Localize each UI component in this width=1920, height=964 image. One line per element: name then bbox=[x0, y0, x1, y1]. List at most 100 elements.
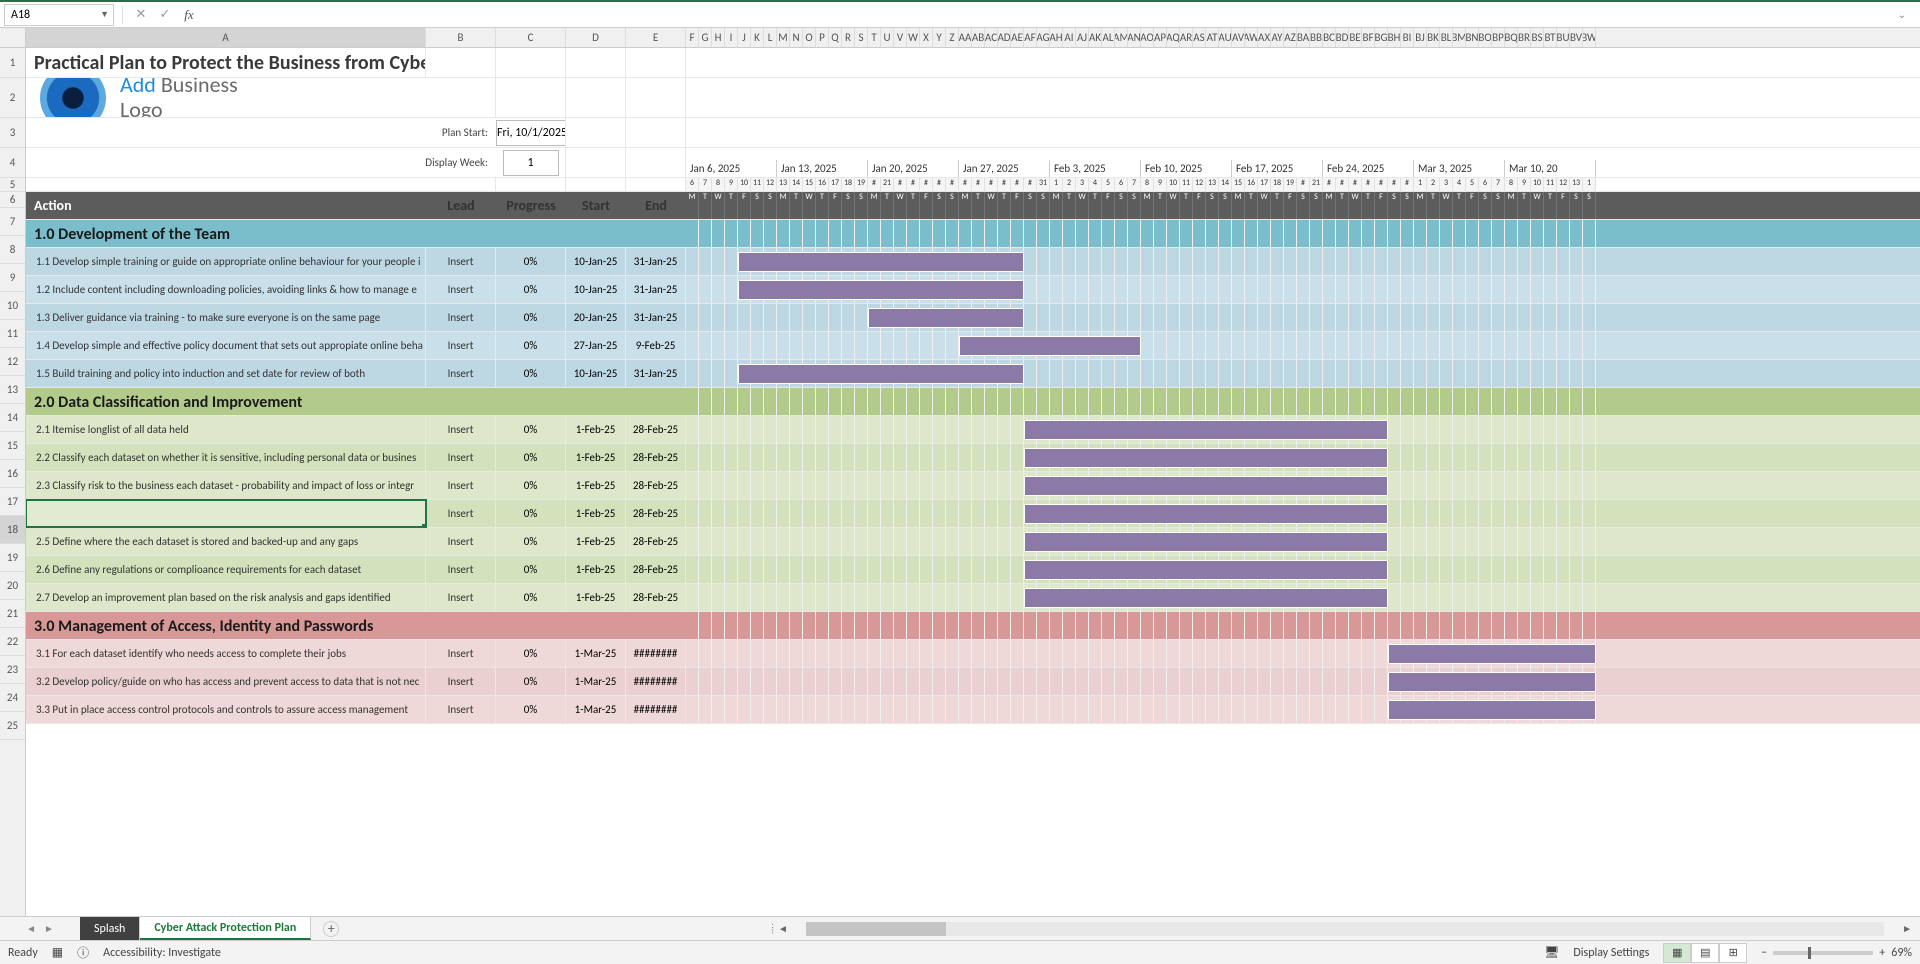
row-header[interactable]: 19 bbox=[0, 544, 25, 572]
expand-formula-icon[interactable]: ⌄ bbox=[1896, 8, 1916, 21]
task-lead[interactable]: Insert bbox=[426, 556, 496, 583]
col-header[interactable]: AY bbox=[1271, 28, 1284, 47]
task-start[interactable]: 1-Feb-25 bbox=[566, 416, 626, 443]
task-lead[interactable]: Insert bbox=[426, 248, 496, 275]
col-header[interactable]: BK bbox=[1427, 28, 1440, 47]
task-row[interactable]: 1.5 Build training and policy into induc… bbox=[26, 360, 1920, 388]
task-name[interactable]: 1.1 Develop simple training or guide on … bbox=[26, 248, 426, 275]
task-end[interactable]: ######## bbox=[626, 696, 686, 723]
col-header[interactable]: BS bbox=[1531, 28, 1544, 47]
task-start[interactable]: 1-Feb-25 bbox=[566, 500, 626, 527]
row-header[interactable]: 12 bbox=[0, 348, 25, 376]
row-header[interactable]: 6 bbox=[0, 192, 25, 208]
task-end[interactable]: 28-Feb-25 bbox=[626, 444, 686, 471]
task-end[interactable]: 28-Feb-25 bbox=[626, 500, 686, 527]
task-lead[interactable]: Insert bbox=[426, 500, 496, 527]
row-header[interactable]: 14 bbox=[0, 404, 25, 432]
col-header[interactable]: AE bbox=[1011, 28, 1024, 47]
zoom-in-icon[interactable]: + bbox=[1879, 946, 1885, 960]
col-header[interactable]: T bbox=[868, 28, 881, 47]
col-header[interactable]: AU bbox=[1219, 28, 1232, 47]
col-header[interactable]: AR bbox=[1180, 28, 1193, 47]
col-header[interactable]: U bbox=[881, 28, 894, 47]
col-header[interactable]: AB bbox=[972, 28, 985, 47]
normal-view-button[interactable]: ▦ bbox=[1663, 943, 1691, 963]
task-end[interactable]: 28-Feb-25 bbox=[626, 416, 686, 443]
task-lead[interactable]: Insert bbox=[426, 584, 496, 611]
task-end[interactable]: 31-Jan-25 bbox=[626, 248, 686, 275]
col-header[interactable]: K bbox=[751, 28, 764, 47]
col-header[interactable]: AZ bbox=[1284, 28, 1297, 47]
row-header[interactable]: 18 bbox=[0, 516, 25, 544]
col-header[interactable]: AI bbox=[1063, 28, 1076, 47]
fx-icon[interactable]: fx bbox=[179, 5, 199, 25]
col-header[interactable]: L bbox=[764, 28, 777, 47]
col-header[interactable]: P bbox=[816, 28, 829, 47]
col-header[interactable]: B bbox=[426, 28, 496, 47]
col-header[interactable]: AF bbox=[1024, 28, 1037, 47]
col-header[interactable]: BB bbox=[1310, 28, 1323, 47]
display-week-value[interactable]: 1 bbox=[503, 150, 559, 176]
col-header[interactable]: AO bbox=[1141, 28, 1154, 47]
task-start[interactable]: 1-Feb-25 bbox=[566, 584, 626, 611]
task-name[interactable]: 3.3 Put in place access control protocol… bbox=[26, 696, 426, 723]
task-progress[interactable]: 0% bbox=[496, 304, 566, 331]
task-row[interactable]: 2.1 Itemise longlist of all data held In… bbox=[26, 416, 1920, 444]
col-header[interactable]: BU bbox=[1557, 28, 1570, 47]
task-row[interactable]: 3.3 Put in place access control protocol… bbox=[26, 696, 1920, 724]
col-header[interactable]: BV bbox=[1570, 28, 1583, 47]
task-row[interactable]: 1.2 Include content including downloadin… bbox=[26, 276, 1920, 304]
task-progress[interactable]: 0% bbox=[496, 556, 566, 583]
sheet-tab[interactable]: Splash bbox=[80, 917, 140, 940]
col-header[interactable]: BL bbox=[1440, 28, 1453, 47]
col-header[interactable]: AH bbox=[1050, 28, 1063, 47]
task-row[interactable]: 2.2 Classify each dataset on whether it … bbox=[26, 444, 1920, 472]
task-name[interactable]: 1.2 Include content including downloadin… bbox=[26, 276, 426, 303]
task-name[interactable]: 2.3 Classify risk to the business each d… bbox=[26, 472, 426, 499]
page-break-button[interactable]: ⊞ bbox=[1719, 943, 1747, 963]
col-header[interactable]: BI bbox=[1401, 28, 1414, 47]
task-lead[interactable]: Insert bbox=[426, 668, 496, 695]
add-sheet-button[interactable]: + bbox=[323, 921, 339, 937]
task-lead[interactable]: Insert bbox=[426, 304, 496, 331]
scroll-left-icon[interactable]: ◄ bbox=[778, 922, 788, 935]
task-name[interactable]: 2.5 Define where the each dataset is sto… bbox=[26, 528, 426, 555]
col-header[interactable]: BE bbox=[1349, 28, 1362, 47]
col-header[interactable]: AD bbox=[998, 28, 1011, 47]
col-header[interactable]: R bbox=[842, 28, 855, 47]
col-header[interactable]: J bbox=[738, 28, 751, 47]
task-name[interactable]: 3.2 Develop policy/guide on who has acce… bbox=[26, 668, 426, 695]
col-header[interactable]: AK bbox=[1089, 28, 1102, 47]
zoom-control[interactable]: − + 69% bbox=[1761, 946, 1912, 960]
task-start[interactable]: 1-Feb-25 bbox=[566, 444, 626, 471]
task-name[interactable]: 2.2 Classify each dataset on whether it … bbox=[26, 444, 426, 471]
row-header[interactable]: 25 bbox=[0, 712, 25, 740]
row-header[interactable]: 17 bbox=[0, 488, 25, 516]
task-lead[interactable]: Insert bbox=[426, 444, 496, 471]
task-progress[interactable]: 0% bbox=[496, 584, 566, 611]
col-header[interactable]: AW bbox=[1245, 28, 1258, 47]
task-progress[interactable]: 0% bbox=[496, 444, 566, 471]
task-lead[interactable]: Insert bbox=[426, 640, 496, 667]
task-row[interactable]: 3.2 Develop policy/guide on who has acce… bbox=[26, 668, 1920, 696]
col-header[interactable]: X bbox=[920, 28, 933, 47]
col-header[interactable]: E bbox=[626, 28, 686, 47]
task-end[interactable]: ######## bbox=[626, 640, 686, 667]
task-row[interactable]: 2.3 Classify risk to the business each d… bbox=[26, 472, 1920, 500]
task-start[interactable]: 1-Mar-25 bbox=[566, 668, 626, 695]
display-settings[interactable]: Display Settings bbox=[1573, 946, 1649, 960]
task-row[interactable]: 1.1 Develop simple training or guide on … bbox=[26, 248, 1920, 276]
col-header[interactable]: H bbox=[712, 28, 725, 47]
row-header[interactable]: 8 bbox=[0, 236, 25, 264]
task-progress[interactable]: 0% bbox=[496, 528, 566, 555]
col-header[interactable]: F bbox=[686, 28, 699, 47]
row-header[interactable]: 4 bbox=[0, 148, 25, 178]
row-header[interactable]: 11 bbox=[0, 320, 25, 348]
scrollbar-track[interactable] bbox=[806, 922, 1884, 936]
task-end[interactable]: 28-Feb-25 bbox=[626, 584, 686, 611]
col-header[interactable]: I bbox=[725, 28, 738, 47]
name-box[interactable]: A18 ▼ bbox=[4, 4, 114, 26]
task-end[interactable]: 28-Feb-25 bbox=[626, 528, 686, 555]
col-header[interactable]: AP bbox=[1154, 28, 1167, 47]
col-header[interactable]: BG bbox=[1375, 28, 1388, 47]
